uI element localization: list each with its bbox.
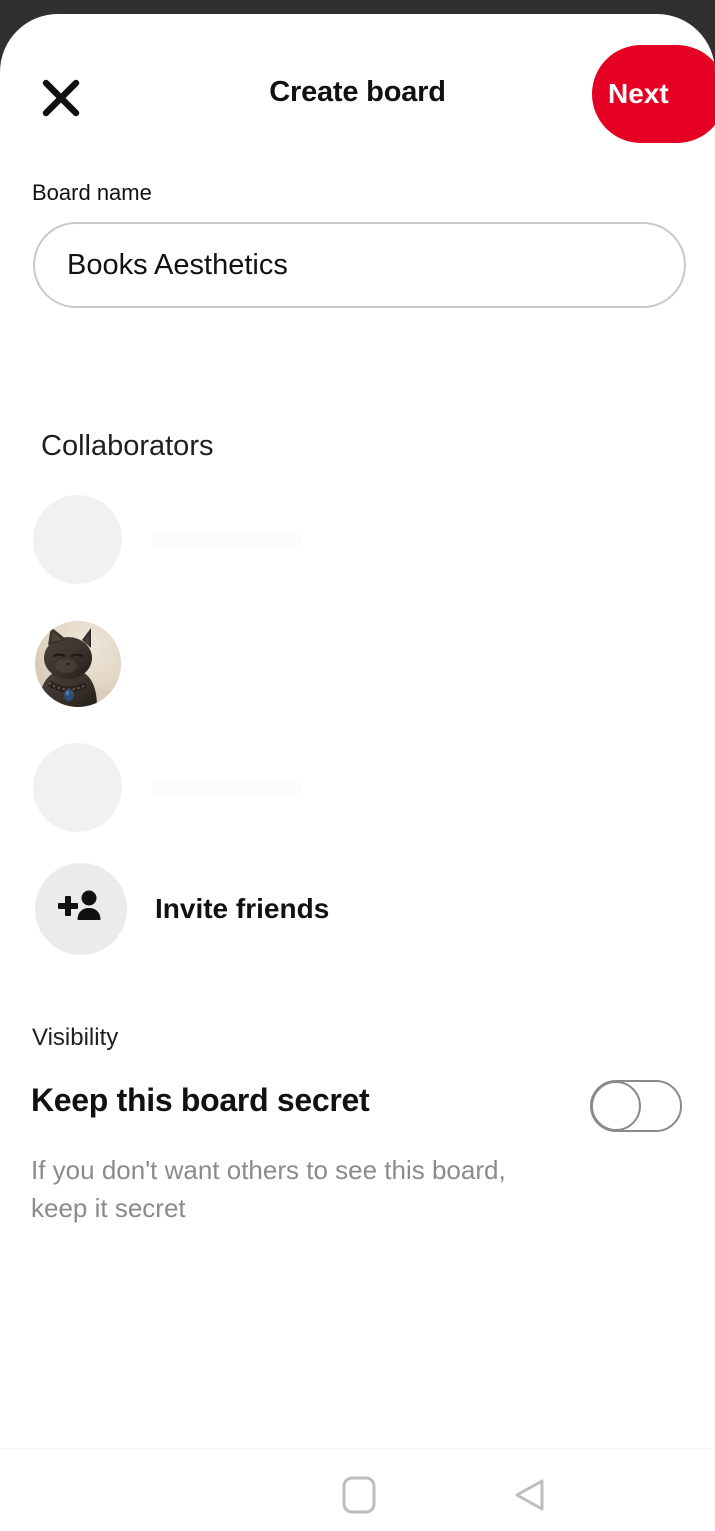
collaborator-row[interactable] [0,743,715,835]
person-add-icon [57,887,105,932]
create-board-sheet: Create board Next Board name Collaborato… [0,14,715,1531]
board-name-input[interactable] [33,222,686,308]
keep-board-secret-description: If you don't want others to see this boa… [31,1155,506,1223]
device-screen: Create board Next Board name Collaborato… [0,0,715,1531]
nav-home-button[interactable] [311,1469,407,1525]
nav-back-button[interactable] [482,1469,578,1525]
square-home-icon [342,1476,376,1519]
invite-friends-button[interactable]: Invite friends [0,863,715,955]
avatar-placeholder [33,495,122,584]
collaborators-heading: Collaborators [41,430,214,462]
invite-friends-label: Invite friends [155,893,330,924]
triangle-back-icon [512,1476,548,1519]
collaborator-row[interactable] [0,495,715,587]
avatar-name-placeholder [152,781,302,795]
invite-friends-icon-circle [35,863,127,955]
toggle-knob [591,1081,641,1131]
next-button[interactable]: Next [592,45,715,143]
visibility-label: Visibility [32,1024,119,1051]
board-name-label: Board name [32,180,152,205]
app-bar: Create board Next [0,14,715,146]
avatar-name-placeholder [152,533,302,547]
nav-recents-button[interactable] [140,1469,236,1525]
avatar [35,621,121,707]
keep-board-secret-title: Keep this board secret [31,1082,370,1118]
collaborator-row[interactable] [0,621,715,713]
keep-board-secret-toggle[interactable] [590,1080,682,1132]
android-nav-bar [0,1449,715,1531]
avatar-placeholder [33,743,122,832]
